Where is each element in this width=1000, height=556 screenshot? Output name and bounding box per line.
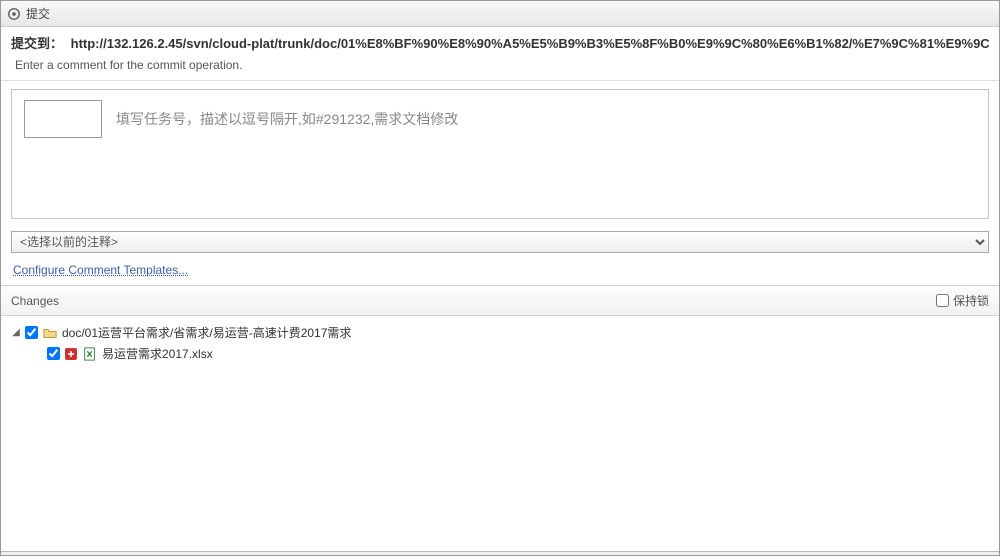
file-checkbox[interactable] bbox=[47, 347, 60, 360]
window-title: 提交 bbox=[26, 5, 50, 22]
modified-overlay-icon bbox=[64, 347, 78, 361]
comment-textarea[interactable]: 填写任务号，描述以逗号隔开,如#291232,需求文档修改 bbox=[116, 109, 458, 129]
file-name: 易运营需求2017.xlsx bbox=[102, 345, 213, 362]
folder-path: doc/01运营平台需求/省需求/易运营-高速计费2017需求 bbox=[62, 324, 351, 341]
task-number-input[interactable] bbox=[24, 100, 102, 138]
previous-comments-row: <选择以前的注释> bbox=[11, 231, 989, 253]
templates-link-row: Configure Comment Templates... bbox=[13, 263, 987, 277]
titlebar: 提交 bbox=[1, 1, 999, 27]
commit-url-row: 提交到： http://132.126.2.45/svn/cloud-plat/… bbox=[11, 33, 989, 52]
tree-folder-row[interactable]: ◢ doc/01运营平台需求/省需求/易运营-高速计费2017需求 bbox=[11, 322, 989, 343]
commit-url: http://132.126.2.45/svn/cloud-plat/trunk… bbox=[71, 36, 989, 51]
changes-label: Changes bbox=[11, 294, 59, 308]
expander-icon[interactable]: ◢ bbox=[11, 328, 21, 338]
folder-checkbox[interactable] bbox=[25, 326, 38, 339]
comment-section[interactable]: 填写任务号，描述以逗号隔开,如#291232,需求文档修改 bbox=[11, 89, 989, 219]
commit-dialog: 提交 提交到： http://132.126.2.45/svn/cloud-pl… bbox=[0, 0, 1000, 556]
commit-to-label: 提交到： bbox=[11, 36, 63, 51]
previous-comments-select[interactable]: <选择以前的注释> bbox=[11, 231, 989, 253]
configure-templates-link[interactable]: Configure Comment Templates... bbox=[13, 263, 188, 277]
app-icon bbox=[7, 7, 21, 21]
changes-tree: ◢ doc/01运营平台需求/省需求/易运营-高速计费2017需求 易运营需求2… bbox=[1, 316, 999, 551]
keep-lock-option[interactable]: 保持锁 bbox=[936, 292, 989, 309]
folder-icon bbox=[42, 325, 58, 341]
header-subtitle: Enter a comment for the commit operation… bbox=[11, 58, 989, 72]
header-section: 提交到： http://132.126.2.45/svn/cloud-plat/… bbox=[1, 27, 999, 81]
tree-file-row[interactable]: 易运营需求2017.xlsx bbox=[11, 343, 989, 364]
xlsx-file-icon bbox=[82, 346, 98, 362]
changes-header: Changes 保持锁 bbox=[1, 285, 999, 316]
dialog-bottom-border bbox=[1, 551, 999, 555]
keep-lock-checkbox[interactable] bbox=[936, 294, 949, 307]
keep-lock-label: 保持锁 bbox=[953, 292, 989, 309]
